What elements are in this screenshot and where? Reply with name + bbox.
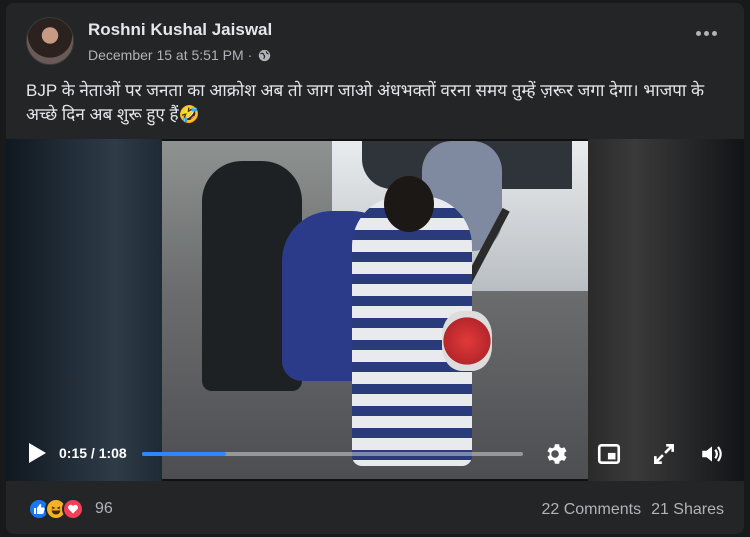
post-card: Roshni Kushal Jaiswal December 15 at 5:5…: [6, 3, 744, 534]
shares-count[interactable]: 21 Shares: [651, 501, 724, 519]
love-icon: [62, 498, 84, 520]
post-text: BJP के नेताओं पर जनता का आक्रोश अब तो जा…: [26, 81, 705, 124]
video-time: 0:15 / 1:08: [59, 445, 127, 461]
settings-icon[interactable]: [544, 441, 570, 467]
post-stats: 22 Comments 21 Shares: [541, 501, 724, 519]
play-icon[interactable]: [26, 441, 48, 465]
avatar[interactable]: [26, 17, 74, 65]
meta-separator: ·: [247, 47, 253, 63]
video-controls: 0:15 / 1:08: [6, 429, 744, 481]
reactions-summary[interactable]: 96: [28, 498, 113, 520]
volume-icon[interactable]: [699, 441, 725, 467]
post-meta: December 15 at 5:51 PM ·: [88, 47, 271, 63]
fullscreen-icon[interactable]: [651, 441, 677, 467]
more-options-icon[interactable]: [696, 31, 720, 41]
video-player[interactable]: 0:15 / 1:08: [6, 139, 744, 481]
author-name[interactable]: Roshni Kushal Jaiswal: [88, 20, 272, 40]
timestamp[interactable]: December 15 at 5:51 PM: [88, 47, 244, 63]
video-progress-bar[interactable]: [142, 452, 523, 456]
comments-count[interactable]: 22 Comments: [541, 501, 641, 519]
post-footer: 96 22 Comments 21 Shares: [6, 491, 744, 531]
video-progress-fill: [142, 452, 226, 456]
mini-player-icon[interactable]: [596, 441, 622, 467]
reaction-count: 96: [95, 500, 113, 517]
globe-icon[interactable]: [258, 49, 271, 62]
